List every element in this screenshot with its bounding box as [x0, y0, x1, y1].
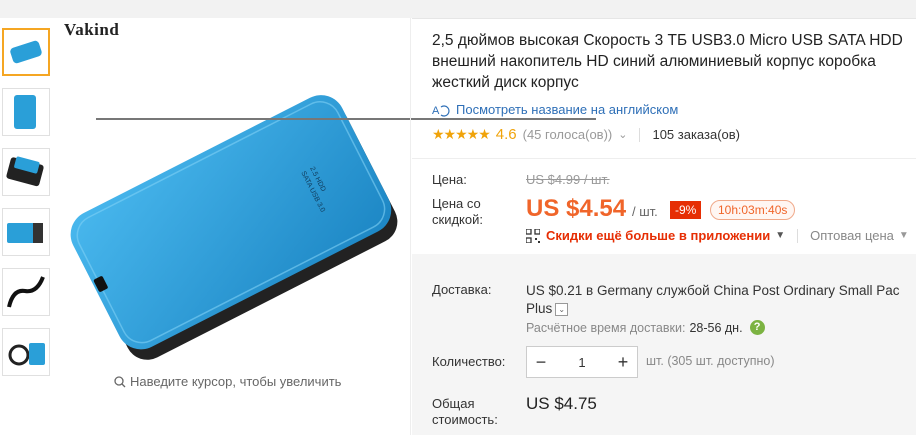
separator [797, 228, 799, 243]
translate-icon: A [432, 105, 450, 117]
discount-badge: -9% [670, 201, 702, 219]
thumbnail-4[interactable] [2, 208, 50, 256]
rating-score: 4.6 [495, 126, 517, 143]
divider [412, 158, 916, 159]
price-label: Цена: [432, 172, 467, 187]
help-icon[interactable]: ? [749, 320, 765, 335]
total-label-line-2: стоимость: [432, 412, 498, 427]
total-label-line-1: Общая [432, 396, 475, 411]
app-offer-row: Скидки ещё больше в приложении ▼ Оптовая… [526, 228, 909, 243]
shipping-label: Доставка: [432, 282, 492, 297]
eta-label: Расчётное время доставки: [526, 320, 686, 335]
product-title: 2,5 дюймов высокая Скорость 3 ТБ USB3.0 … [432, 30, 916, 93]
zoom-hint-text: Наведите курсор, чтобы увеличить [130, 374, 342, 389]
separator [639, 127, 641, 142]
chevron-down-icon[interactable]: ⌄ [618, 128, 627, 141]
thumbnail-5[interactable] [2, 268, 50, 316]
total-label: Общая стоимость: [432, 396, 498, 428]
old-price: US $4.99 / шт. [526, 172, 610, 187]
svg-text:A: A [432, 105, 440, 117]
eta-value: 28-56 дн. [689, 320, 743, 335]
translate-link-text[interactable]: Посмотреть название на английском [456, 102, 678, 117]
countdown-timer: 10h:03m:40s [710, 200, 796, 220]
quantity-stepper: − 1 + [526, 346, 638, 378]
current-price: US $4.54 [526, 195, 627, 222]
zoom-hint: Наведите курсор, чтобы увеличить [114, 374, 341, 389]
divider [410, 18, 411, 435]
discount-label-line-2: скидкой: [432, 212, 483, 227]
delivery-estimate: Расчётное время доставки: 28-56 дн. ? [526, 320, 765, 335]
discount-price-label: Цена со скидкой: [432, 196, 483, 228]
translate-title-link[interactable]: A Посмотреть название на английском [432, 102, 678, 117]
app-offer-link[interactable]: Скидки ещё больше в приложении [546, 228, 770, 243]
caret-down-icon[interactable]: ▼ [775, 230, 785, 241]
title-line-2: внешний накопитель HD синий алюминиевый … [432, 53, 876, 70]
increase-quantity-button[interactable]: + [609, 352, 637, 373]
main-product-image[interactable]: 2.5 HDD SATA USB 3.0 [60, 78, 410, 378]
caret-down-icon[interactable]: ▼ [899, 230, 909, 241]
title-line-3: жесткий диск корпус [432, 74, 579, 91]
wholesale-price-link[interactable]: Оптовая цена [810, 228, 894, 243]
top-bar [0, 0, 916, 19]
star-rating-icon: ★★★★★ [432, 126, 491, 142]
shipping-text-line-2: Plus [526, 301, 553, 316]
thumbnail-3[interactable] [2, 148, 50, 196]
decrease-quantity-button[interactable]: − [527, 352, 555, 373]
availability-text: шт. (305 шт. доступно) [646, 354, 775, 368]
qr-code-icon [526, 228, 540, 243]
chevron-down-icon[interactable]: ⌄ [555, 302, 569, 316]
discount-label-line-1: Цена со [432, 196, 481, 211]
thumbnail-1[interactable] [2, 28, 50, 76]
orders-count: 105 заказа(ов) [652, 127, 741, 142]
total-price: US $4.75 [526, 394, 597, 413]
quantity-label: Количество: [432, 354, 506, 369]
votes-count[interactable]: (45 голоса(ов)) [523, 127, 613, 142]
price-unit: / шт. [632, 204, 658, 219]
title-line-1: 2,5 дюймов высокая Скорость 3 ТБ USB3.0 … [432, 32, 903, 49]
product-gallery: Vakind 2.5 HDD SATA USB 3.0 Наведите кур… [0, 18, 412, 435]
shipping-text-line-1: US $0.21 в Germany службой China Post Or… [526, 283, 900, 298]
brand-logo: Vakind [64, 20, 120, 39]
thumbnail-2[interactable] [2, 88, 50, 136]
thumbnail-list [2, 28, 52, 388]
quantity-input[interactable]: 1 [555, 355, 609, 370]
search-icon [114, 375, 126, 387]
rating-row: ★★★★★ 4.6 (45 голоса(ов)) ⌄ 105 заказа(о… [432, 126, 740, 143]
shipping-method[interactable]: US $0.21 в Germany службой China Post Or… [526, 282, 916, 318]
product-info: 2,5 дюймов высокая Скорость 3 ТБ USB3.0 … [412, 18, 916, 435]
thumbnail-6[interactable] [2, 328, 50, 376]
